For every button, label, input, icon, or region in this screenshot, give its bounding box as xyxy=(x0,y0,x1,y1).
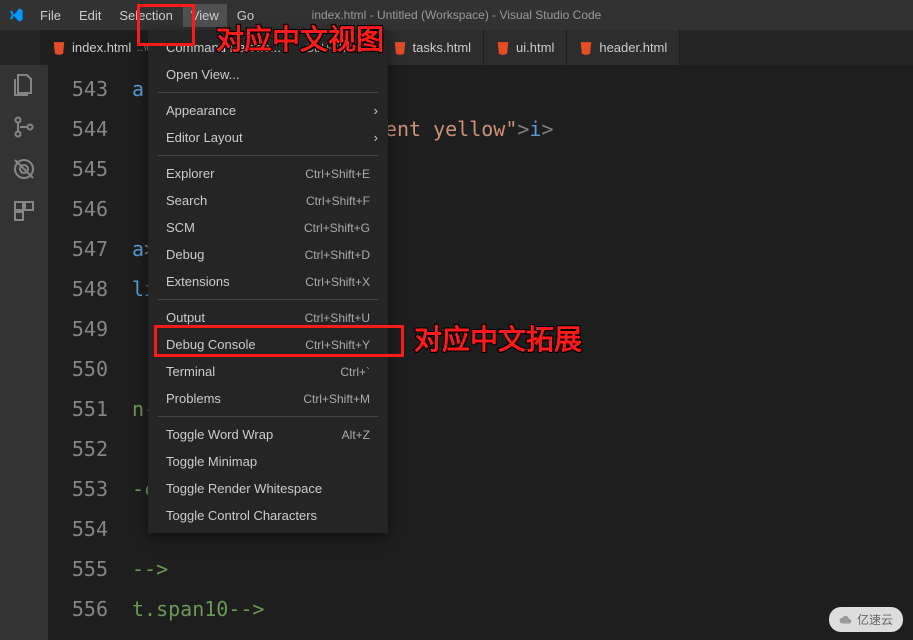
activity-bar xyxy=(0,65,48,640)
line-number: 550 xyxy=(48,349,108,389)
menu-item-toggle-word-wrap[interactable]: Toggle Word WrapAlt+Z xyxy=(148,421,388,448)
line-number: 545 xyxy=(48,149,108,189)
watermark-text: 亿速云 xyxy=(857,611,893,628)
code-line: t.span10--> xyxy=(132,589,913,629)
menu-item-toggle-control-characters[interactable]: Toggle Control Characters xyxy=(148,502,388,529)
extensions-icon[interactable] xyxy=(12,199,36,223)
menu-selection[interactable]: Selection xyxy=(111,4,180,27)
line-number: 554 xyxy=(48,509,108,549)
menu-item-appearance[interactable]: Appearance xyxy=(148,97,388,124)
line-number: 549 xyxy=(48,309,108,349)
line-number: 547 xyxy=(48,229,108,269)
menu-item-editor-layout[interactable]: Editor Layout xyxy=(148,124,388,151)
line-gutter: 5435445455465475485495505515525535545555… xyxy=(48,65,132,640)
line-number: 548 xyxy=(48,269,108,309)
menu-item-open-view-[interactable]: Open View... xyxy=(148,61,388,88)
view-menu-dropdown: Command Palette...Ctrl+Shift+POpen View.… xyxy=(148,30,388,533)
code-line: --> xyxy=(132,549,913,589)
menu-item-scm[interactable]: SCMCtrl+Shift+G xyxy=(148,214,388,241)
line-number: 553 xyxy=(48,469,108,509)
annotation-extensions: 对应中文拓展 xyxy=(414,318,582,358)
menu-item-problems[interactable]: ProblemsCtrl+Shift+M xyxy=(148,385,388,412)
line-number: 544 xyxy=(48,109,108,149)
line-number: 556 xyxy=(48,589,108,629)
menu-item-output[interactable]: OutputCtrl+Shift+U xyxy=(148,304,388,331)
menu-item-extensions[interactable]: ExtensionsCtrl+Shift+X xyxy=(148,268,388,295)
source-control-icon[interactable] xyxy=(12,115,36,139)
menu-item-terminal[interactable]: TerminalCtrl+` xyxy=(148,358,388,385)
menu-file[interactable]: File xyxy=(32,4,69,27)
menu-item-toggle-minimap[interactable]: Toggle Minimap xyxy=(148,448,388,475)
menu-item-debug[interactable]: DebugCtrl+Shift+D xyxy=(148,241,388,268)
vscode-icon xyxy=(8,7,24,23)
cloud-icon xyxy=(839,613,853,627)
menu-item-debug-console[interactable]: Debug ConsoleCtrl+Shift+Y xyxy=(148,331,388,358)
line-number: 552 xyxy=(48,429,108,469)
line-number: 546 xyxy=(48,189,108,229)
line-number: 555 xyxy=(48,549,108,589)
tab-ui-html[interactable]: ui.html xyxy=(484,30,567,65)
tab-tasks-html[interactable]: tasks.html xyxy=(381,30,485,65)
debug-icon[interactable] xyxy=(12,157,36,181)
line-number: 543 xyxy=(48,69,108,109)
menu-item-toggle-render-whitespace[interactable]: Toggle Render Whitespace xyxy=(148,475,388,502)
menu-item-explorer[interactable]: ExplorerCtrl+Shift+E xyxy=(148,160,388,187)
title-bar: FileEditSelectionViewGo index.html - Unt… xyxy=(0,0,913,30)
files-icon[interactable] xyxy=(12,73,36,97)
annotation-view: 对应中文视图 xyxy=(216,18,384,58)
menu-edit[interactable]: Edit xyxy=(71,4,109,27)
tab-header-html[interactable]: header.html xyxy=(567,30,680,65)
watermark: 亿速云 xyxy=(829,607,903,632)
line-number: 551 xyxy=(48,389,108,429)
menu-item-search[interactable]: SearchCtrl+Shift+F xyxy=(148,187,388,214)
tab-bar: index.html..\01_ages.htmltable.htmltasks… xyxy=(0,30,913,65)
